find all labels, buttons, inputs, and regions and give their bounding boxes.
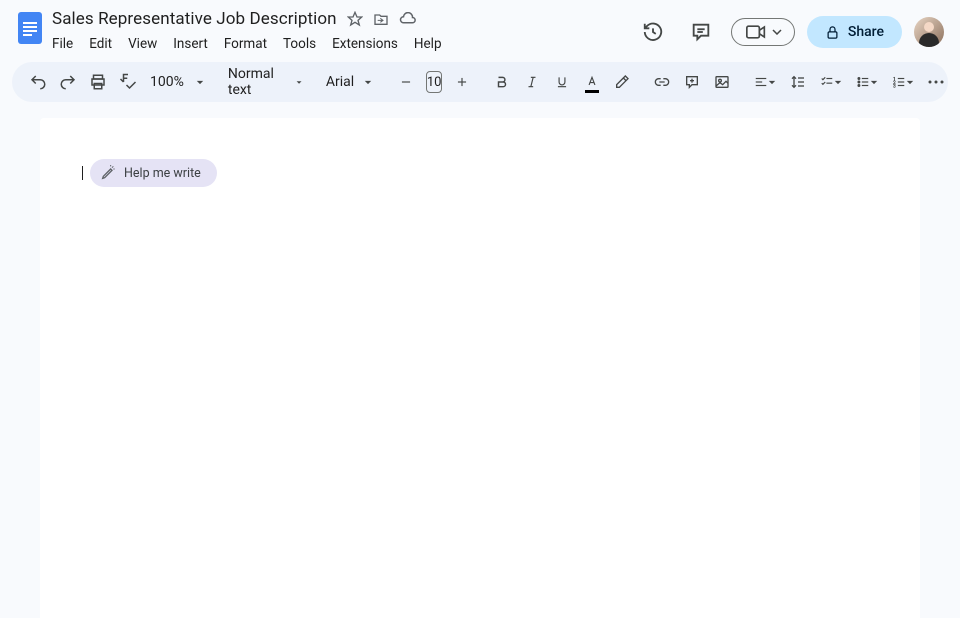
help-write-label: Help me write [124, 166, 201, 181]
menu-bar: File Edit View Insert Format Tools Exten… [52, 34, 627, 54]
meet-button[interactable] [731, 18, 795, 46]
app-header: Sales Representative Job Description Fil… [0, 0, 960, 54]
add-comment-button[interactable] [678, 68, 706, 96]
clear-formatting-button[interactable] [952, 68, 960, 96]
svg-text:3: 3 [894, 83, 897, 89]
help-me-write-chip[interactable]: Help me write [90, 159, 217, 187]
chevron-down-icon [870, 80, 878, 85]
text-color-swatch [585, 90, 599, 93]
chevron-down-icon [906, 80, 914, 85]
link-button[interactable] [648, 68, 676, 96]
account-avatar[interactable] [914, 17, 944, 47]
chevron-down-icon [834, 80, 842, 85]
video-icon [746, 25, 766, 39]
checklist-button[interactable] [814, 68, 848, 96]
underline-button[interactable] [548, 68, 576, 96]
font-size-increase[interactable] [448, 68, 476, 96]
document-title[interactable]: Sales Representative Job Description [52, 9, 337, 29]
document-canvas[interactable] [40, 118, 920, 618]
redo-button[interactable] [54, 68, 82, 96]
share-button[interactable]: Share [807, 16, 902, 48]
menu-help[interactable]: Help [407, 34, 449, 54]
menu-edit[interactable]: Edit [82, 34, 119, 54]
toolbar-right [952, 68, 960, 96]
chevron-down-icon [768, 80, 776, 85]
font-size-input[interactable]: 10 [426, 71, 443, 93]
spellcheck-button[interactable] [114, 68, 142, 96]
highlight-button[interactable] [608, 68, 636, 96]
print-button[interactable] [84, 68, 112, 96]
menu-format[interactable]: Format [217, 34, 274, 54]
text-color-button[interactable] [578, 68, 606, 96]
docs-logo-icon[interactable] [16, 10, 44, 46]
zoom-dropdown[interactable]: 100% [144, 74, 210, 90]
chevron-down-icon [196, 80, 204, 85]
bullet-list-button[interactable] [850, 68, 884, 96]
chevron-down-icon [364, 80, 372, 85]
star-icon[interactable] [347, 11, 363, 27]
toolbar: 100% Normal text Arial 10 [12, 62, 948, 102]
title-row: Sales Representative Job Description [52, 8, 627, 30]
history-icon[interactable] [635, 14, 671, 50]
text-cursor [82, 166, 83, 180]
move-icon[interactable] [373, 11, 389, 27]
lock-icon [825, 25, 840, 40]
style-value: Normal text [228, 66, 284, 98]
font-size-decrease[interactable] [392, 68, 420, 96]
bold-button[interactable] [488, 68, 516, 96]
comments-icon[interactable] [683, 14, 719, 50]
zoom-value: 100% [150, 74, 184, 90]
chevron-down-icon [772, 29, 782, 35]
pencil-icon [100, 165, 116, 181]
share-label: Share [848, 24, 884, 40]
line-spacing-button[interactable] [784, 68, 812, 96]
menu-insert[interactable]: Insert [166, 34, 215, 54]
font-dropdown[interactable]: Arial [320, 74, 380, 90]
cloud-status-icon[interactable] [399, 12, 417, 26]
italic-button[interactable] [518, 68, 546, 96]
undo-button[interactable] [24, 68, 52, 96]
menu-view[interactable]: View [121, 34, 164, 54]
chevron-down-icon [296, 80, 302, 85]
menu-tools[interactable]: Tools [276, 34, 323, 54]
menu-file[interactable]: File [52, 34, 80, 54]
header-main: Sales Representative Job Description Fil… [52, 8, 627, 54]
image-button[interactable] [708, 68, 736, 96]
numbered-list-button[interactable]: 123 [886, 68, 920, 96]
menu-extensions[interactable]: Extensions [325, 34, 405, 54]
style-dropdown[interactable]: Normal text [222, 66, 308, 98]
font-value: Arial [326, 74, 354, 90]
more-button[interactable] [922, 68, 950, 96]
header-actions: Share [635, 8, 944, 50]
align-button[interactable] [748, 68, 782, 96]
